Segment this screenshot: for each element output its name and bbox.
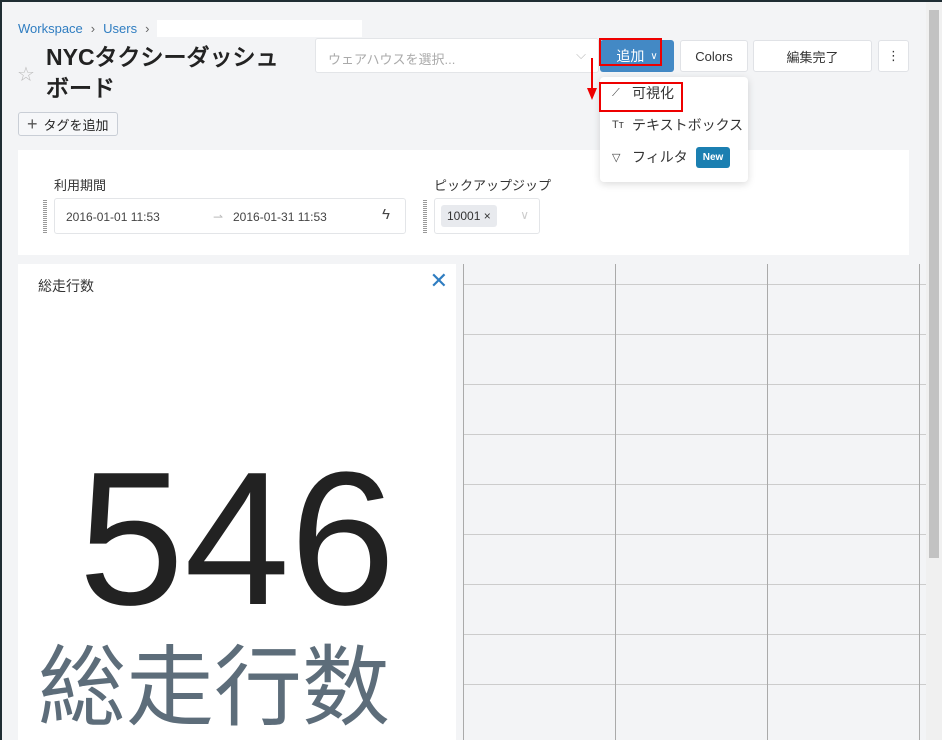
zip-select[interactable]: 10001 × ∨ bbox=[434, 198, 540, 234]
widget-subtitle: 総走行数 bbox=[38, 638, 391, 737]
filter-icon: ▽ bbox=[612, 151, 621, 164]
zip-value: 10001 bbox=[447, 209, 481, 223]
arrow-right-icon: ⇀ bbox=[213, 210, 224, 224]
date-to: 2016-01-31 11:53 bbox=[233, 210, 327, 224]
menu-item-filter[interactable]: ▽ フィルタ New bbox=[600, 141, 748, 173]
chevron-down-icon: ∨ bbox=[520, 208, 529, 222]
annotation-arrowhead bbox=[587, 88, 597, 100]
lightning-icon[interactable]: ϟ bbox=[382, 206, 390, 223]
close-icon[interactable]: × bbox=[484, 209, 491, 223]
zip-filter-label: ピックアップジップ bbox=[434, 178, 552, 193]
layout-grid bbox=[463, 264, 926, 740]
highlight-box bbox=[599, 38, 662, 66]
done-editing-button[interactable]: 編集完了 bbox=[753, 40, 872, 72]
widget-value: 546 bbox=[78, 433, 396, 645]
chevron-right-icon: › bbox=[145, 21, 150, 36]
counter-widget: 総走行数 ✕ 546 総走行数 bbox=[18, 264, 456, 740]
breadcrumb: Workspace › Users › bbox=[18, 20, 363, 37]
more-options-button[interactable]: ⋮ bbox=[878, 40, 909, 72]
warehouse-placeholder: ウェアハウスを選択... bbox=[328, 52, 456, 67]
text-icon: Tт bbox=[612, 119, 624, 131]
new-badge: New bbox=[695, 146, 731, 168]
scrollbar-thumb[interactable] bbox=[929, 10, 939, 558]
chevron-right-icon: › bbox=[90, 21, 96, 36]
menu-item-textbox[interactable]: Tт テキストボックス bbox=[600, 109, 748, 141]
menu-label: フィルタ bbox=[632, 149, 688, 165]
close-icon[interactable]: ✕ bbox=[430, 268, 448, 294]
scrollbar[interactable] bbox=[926, 2, 942, 740]
warehouse-select[interactable]: ウェアハウスを選択... ⌵ bbox=[315, 38, 599, 73]
zip-chip: 10001 × bbox=[441, 205, 497, 227]
plus-icon: + bbox=[27, 113, 38, 134]
breadcrumb-workspace[interactable]: Workspace bbox=[18, 21, 83, 36]
add-tag-button[interactable]: + タグを追加 bbox=[18, 112, 118, 136]
date-from: 2016-01-01 11:53 bbox=[66, 210, 160, 224]
drag-handle[interactable] bbox=[423, 200, 427, 234]
chevron-down-icon: ⌵ bbox=[576, 47, 586, 62]
widget-title: 総走行数 bbox=[38, 278, 94, 294]
dashboard-window: Workspace › Users › ☆ NYCタクシーダッシュボード + タグを追… bbox=[2, 2, 942, 740]
star-icon[interactable]: ☆ bbox=[17, 62, 35, 87]
menu-label: テキストボックス bbox=[632, 117, 744, 133]
filters-panel: 利用期間 2016-01-01 11:53 ⇀ 2016-01-31 11:53… bbox=[18, 150, 909, 255]
page-title: NYCタクシーダッシュボード bbox=[46, 44, 279, 101]
date-filter-label: 利用期間 bbox=[54, 178, 107, 193]
highlight-box bbox=[599, 82, 683, 112]
breadcrumb-redacted bbox=[157, 20, 363, 37]
date-range-picker[interactable]: 2016-01-01 11:53 ⇀ 2016-01-31 11:53 ϟ bbox=[54, 198, 406, 234]
drag-handle[interactable] bbox=[43, 200, 47, 234]
colors-button[interactable]: Colors bbox=[680, 40, 748, 72]
add-tag-label: タグを追加 bbox=[43, 117, 109, 133]
annotation-arrow bbox=[591, 58, 593, 90]
breadcrumb-users[interactable]: Users bbox=[103, 21, 137, 36]
